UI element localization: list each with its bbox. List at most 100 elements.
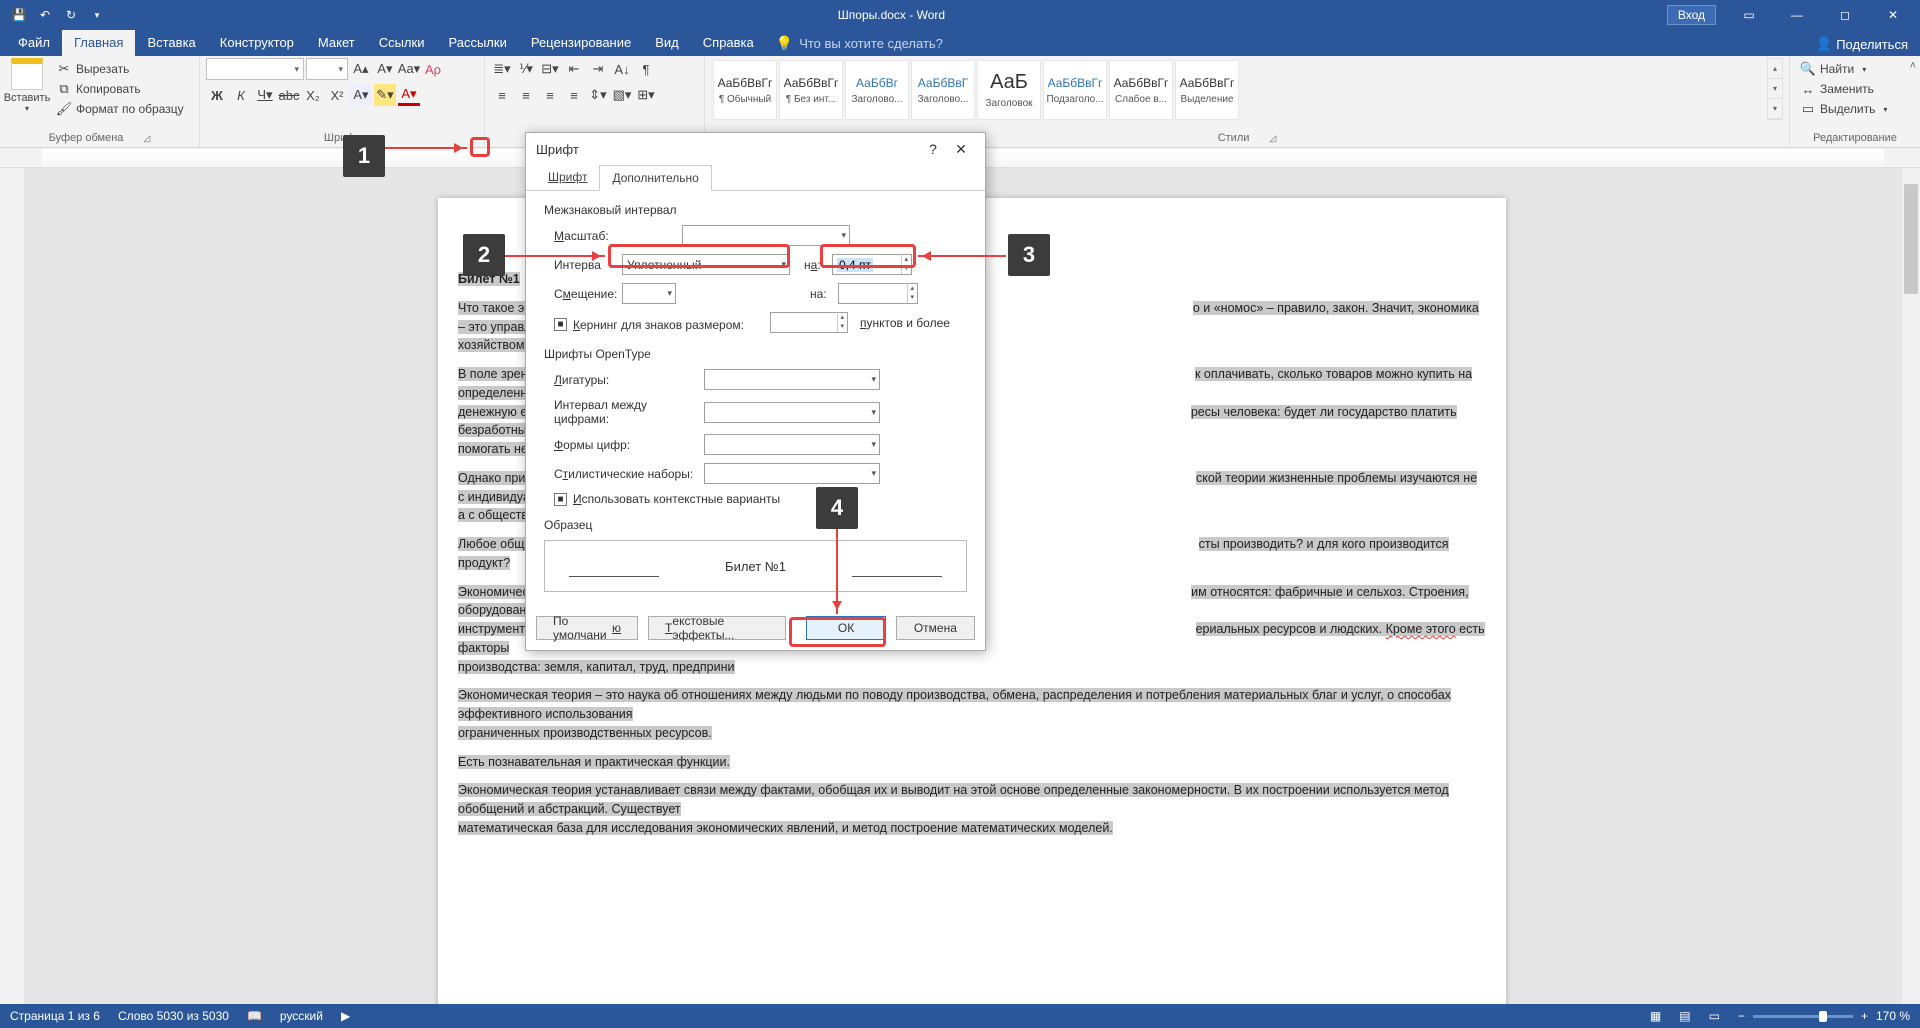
number-spacing-combo[interactable]	[704, 402, 880, 423]
clear-format-icon[interactable]: Aρ	[422, 58, 444, 80]
font-size-combo[interactable]	[306, 58, 348, 80]
bold-button[interactable]: Ж	[206, 84, 228, 106]
cut-button[interactable]: ✂Вырезать	[52, 60, 188, 78]
sort-icon[interactable]: A↓	[611, 58, 633, 80]
dialog-close-icon[interactable]: ✕	[947, 141, 975, 158]
status-macro-icon[interactable]: ▶	[341, 1009, 350, 1023]
zoom-out-icon[interactable]: −	[1738, 1009, 1745, 1023]
font-name-combo[interactable]	[206, 58, 304, 80]
status-words[interactable]: Слово 5030 из 5030	[118, 1009, 229, 1023]
styles-gallery[interactable]: АаБбВвГг¶ ОбычныйАаБбВвГг¶ Без инт...АаБ…	[711, 58, 1767, 120]
numbering-icon[interactable]: ⅟▾	[515, 58, 537, 80]
stylistic-sets-combo[interactable]	[704, 463, 880, 484]
qat-more-icon[interactable]: ▾	[86, 4, 108, 26]
ok-button[interactable]: ОК	[806, 616, 885, 640]
share-button[interactable]: 👤Поделиться	[1804, 32, 1920, 56]
default-button[interactable]: По умолчанию	[536, 616, 638, 640]
select-button[interactable]: ▭Выделить▾	[1796, 100, 1914, 118]
tab-review[interactable]: Рецензирование	[519, 30, 643, 56]
scale-combo[interactable]	[682, 225, 850, 246]
zoom-slider[interactable]	[1753, 1015, 1853, 1018]
tab-layout[interactable]: Макет	[306, 30, 367, 56]
tab-design[interactable]: Конструктор	[208, 30, 306, 56]
ligatures-combo[interactable]	[704, 369, 880, 390]
redo-icon[interactable]: ↻	[60, 4, 82, 26]
dialog-tab-advanced[interactable]: Дополнительно	[599, 165, 711, 191]
style-item[interactable]: АаБбВвГг¶ Обычный	[713, 60, 777, 120]
shrink-font-icon[interactable]: A▾	[374, 58, 396, 80]
view-read-icon[interactable]: ▦	[1650, 1009, 1661, 1023]
tab-insert[interactable]: Вставка	[135, 30, 207, 56]
status-page[interactable]: Страница 1 из 6	[10, 1009, 100, 1023]
align-center-icon[interactable]: ≡	[515, 84, 537, 106]
font-color-icon[interactable]: A▾	[398, 84, 420, 106]
justify-icon[interactable]: ≡	[563, 84, 585, 106]
grow-font-icon[interactable]: A▴	[350, 58, 372, 80]
kerning-checkbox[interactable]: ■	[554, 318, 567, 331]
style-item[interactable]: АаБбВвГгВыделение	[1175, 60, 1239, 120]
style-item[interactable]: АаБбВгЗаголово...	[845, 60, 909, 120]
find-button[interactable]: 🔍Найти▾	[1796, 60, 1914, 78]
borders-icon[interactable]: ⊞▾	[635, 84, 657, 106]
collapse-ribbon-icon[interactable]: ˄	[1910, 60, 1916, 72]
align-right-icon[interactable]: ≡	[539, 84, 561, 106]
line-spacing-icon[interactable]: ⇕▾	[587, 84, 609, 106]
bullets-icon[interactable]: ≣▾	[491, 58, 513, 80]
change-case-icon[interactable]: Aa▾	[398, 58, 420, 80]
status-spell-icon[interactable]: 📖	[247, 1009, 262, 1023]
styles-launcher-icon[interactable]: ◿	[1269, 133, 1276, 144]
text-effects-icon[interactable]: A▾	[350, 84, 372, 106]
strike-button[interactable]: abc	[278, 84, 300, 106]
format-painter-button[interactable]: 🖌Формат по образцу	[52, 100, 188, 118]
dialog-tab-font[interactable]: Шрифт	[536, 165, 599, 190]
position-value-spinner[interactable]	[838, 283, 918, 304]
style-item[interactable]: АаБЗаголовок	[977, 60, 1041, 120]
vertical-scrollbar[interactable]	[1902, 168, 1920, 1004]
styles-more[interactable]: ▴▾▾	[1767, 58, 1783, 120]
spacing-value-spinner[interactable]: 0,4 пт	[832, 254, 912, 275]
zoom-value[interactable]: 170 %	[1876, 1009, 1910, 1023]
close-icon[interactable]: ✕	[1870, 0, 1916, 30]
tab-help[interactable]: Справка	[691, 30, 766, 56]
zoom-in-icon[interactable]: +	[1861, 1009, 1868, 1023]
kerning-spinner[interactable]	[770, 312, 848, 333]
highlight-icon[interactable]: ✎▾	[374, 84, 396, 106]
undo-icon[interactable]: ↶	[34, 4, 56, 26]
replace-button[interactable]: ↔Заменить	[1796, 80, 1914, 98]
view-print-icon[interactable]: ▤	[1679, 1009, 1690, 1023]
style-item[interactable]: АаБбВвГЗаголово...	[911, 60, 975, 120]
dialog-help-icon[interactable]: ?	[919, 141, 947, 157]
paste-button[interactable]: Вставить▾	[6, 58, 48, 118]
tab-home[interactable]: Главная	[62, 30, 135, 56]
tab-references[interactable]: Ссылки	[367, 30, 437, 56]
tab-view[interactable]: Вид	[643, 30, 691, 56]
cancel-button[interactable]: Отмена	[896, 616, 975, 640]
tab-mailings[interactable]: Рассылки	[436, 30, 518, 56]
underline-button[interactable]: Ч▾	[254, 84, 276, 106]
text-effects-button[interactable]: Текстовые эффекты...	[648, 616, 786, 640]
italic-button[interactable]: К	[230, 84, 252, 106]
subscript-button[interactable]: X₂	[302, 84, 324, 106]
copy-button[interactable]: ⧉Копировать	[52, 80, 188, 98]
clipboard-launcher-icon[interactable]: ◿	[143, 133, 150, 144]
ribbon-display-icon[interactable]: ▭	[1726, 0, 1772, 30]
indent-inc-icon[interactable]: ⇥	[587, 58, 609, 80]
shading-icon[interactable]: ▧▾	[611, 84, 633, 106]
status-language[interactable]: русский	[280, 1009, 323, 1023]
login-button[interactable]: Вход	[1667, 5, 1716, 25]
position-combo[interactable]	[622, 283, 676, 304]
view-web-icon[interactable]: ▭	[1709, 1009, 1720, 1023]
style-item[interactable]: АаБбВвГг¶ Без инт...	[779, 60, 843, 120]
save-icon[interactable]: 💾	[8, 4, 30, 26]
indent-dec-icon[interactable]: ⇤	[563, 58, 585, 80]
minimize-icon[interactable]: —	[1774, 0, 1820, 30]
contextual-checkbox[interactable]: ■	[554, 493, 567, 506]
style-item[interactable]: АаБбВвГгПодзаголо...	[1043, 60, 1107, 120]
superscript-button[interactable]: X²	[326, 84, 348, 106]
number-forms-combo[interactable]	[704, 434, 880, 455]
multilevel-icon[interactable]: ⊟▾	[539, 58, 561, 80]
tab-file[interactable]: Файл	[6, 30, 62, 56]
show-marks-icon[interactable]: ¶	[635, 58, 657, 80]
align-left-icon[interactable]: ≡	[491, 84, 513, 106]
maximize-icon[interactable]: ◻	[1822, 0, 1868, 30]
